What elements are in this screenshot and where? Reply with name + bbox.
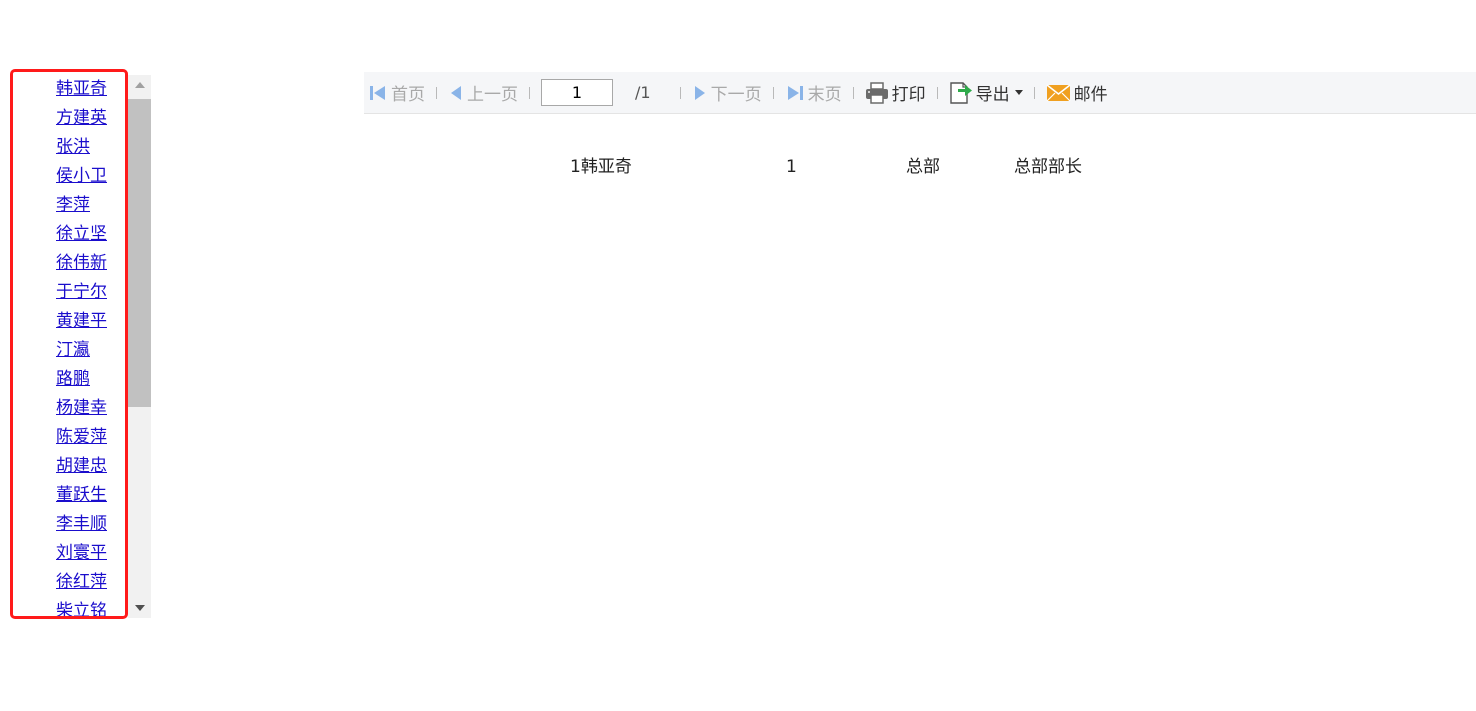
employee-link[interactable]: 杨建幸 (56, 398, 107, 418)
list-item: 杨建幸 (10, 394, 128, 423)
last-page-icon (785, 83, 805, 103)
prev-page-label: 上一页 (467, 85, 518, 105)
report-page: 韩亚奇 方建英 张洪 侯小卫 李萍 徐立坚 徐伟新 于宁尔 黄建平 汀瀛 路鹏 … (0, 0, 1476, 711)
prev-page-icon (448, 83, 464, 103)
report-cell-id: 1 (786, 157, 797, 177)
last-page-button[interactable]: 末页 (785, 72, 842, 113)
list-item: 李丰顺 (10, 510, 128, 539)
employee-link[interactable]: 徐伟新 (56, 253, 107, 273)
employee-link[interactable]: 张洪 (56, 137, 90, 157)
page-number-input[interactable] (541, 79, 613, 106)
first-page-label: 首页 (391, 85, 425, 105)
printer-icon (865, 81, 889, 104)
export-label: 导出 (975, 85, 1010, 105)
list-item: 董跃生 (10, 481, 128, 510)
list-item: 柴立铭 (10, 597, 128, 617)
toolbar-divider (1033, 86, 1035, 99)
employee-link[interactable]: 方建英 (56, 108, 107, 128)
toolbar-divider (529, 86, 530, 99)
list-item: 方建英 (10, 104, 128, 133)
list-item: 徐伟新 (10, 249, 128, 278)
list-item: 汀瀛 (10, 336, 128, 365)
page-total: /1 (635, 83, 651, 102)
list-item: 张洪 (10, 133, 128, 162)
report-cell-department: 总部 (906, 157, 940, 177)
employee-link[interactable]: 刘寰平 (56, 543, 107, 563)
list-item: 黄建平 (10, 307, 128, 336)
first-page-icon (368, 83, 388, 103)
mail-label: 邮件 (1073, 85, 1108, 105)
employee-link[interactable]: 李萍 (56, 195, 90, 215)
toolbar-divider (936, 86, 938, 99)
export-button[interactable]: 导出 (949, 72, 1023, 113)
list-item: 侯小卫 (10, 162, 128, 191)
list-item: 刘寰平 (10, 539, 128, 568)
employee-link[interactable]: 路鹏 (56, 369, 90, 389)
employee-link[interactable]: 柴立铭 (56, 601, 107, 617)
employee-link[interactable]: 韩亚奇 (56, 79, 107, 99)
report-cell-name: 1韩亚奇 (570, 157, 632, 177)
employee-link[interactable]: 黄建平 (56, 311, 107, 331)
scroll-up-icon (134, 82, 145, 88)
toolbar-divider (436, 86, 437, 99)
toolbar-divider (679, 86, 681, 99)
employee-link[interactable]: 侯小卫 (56, 166, 107, 186)
list-item: 路鹏 (10, 365, 128, 394)
print-label: 打印 (891, 85, 926, 105)
list-item: 于宁尔 (10, 278, 128, 307)
employee-link[interactable]: 董跃生 (56, 485, 107, 505)
next-page-icon (692, 83, 708, 103)
next-page-button[interactable]: 下一页 (692, 72, 762, 113)
employee-name-list[interactable]: 韩亚奇 方建英 张洪 侯小卫 李萍 徐立坚 徐伟新 于宁尔 黄建平 汀瀛 路鹏 … (10, 75, 128, 617)
print-button[interactable]: 打印 (865, 72, 926, 113)
scroll-up-button[interactable] (128, 75, 151, 95)
list-item: 陈爱萍 (10, 423, 128, 452)
employee-list-panel: 韩亚奇 方建英 张洪 侯小卫 李萍 徐立坚 徐伟新 于宁尔 黄建平 汀瀛 路鹏 … (10, 69, 151, 619)
list-item: 徐立坚 (10, 220, 128, 249)
list-item: 徐红萍 (10, 568, 128, 597)
first-page-button[interactable]: 首页 (368, 72, 425, 113)
toolbar-divider (772, 86, 774, 99)
next-page-label: 下一页 (710, 85, 762, 105)
employee-link[interactable]: 徐立坚 (56, 224, 107, 244)
toolbar-divider (852, 86, 854, 99)
scroll-down-icon (134, 605, 145, 611)
mail-icon (1046, 83, 1071, 103)
employee-link[interactable]: 汀瀛 (56, 340, 90, 360)
list-item: 李萍 (10, 191, 128, 220)
employee-link[interactable]: 李丰顺 (56, 514, 107, 534)
report-cell-position: 总部部长 (1014, 157, 1082, 177)
vertical-scrollbar[interactable] (128, 75, 151, 618)
export-icon (949, 81, 973, 105)
scroll-down-button[interactable] (128, 598, 151, 618)
employee-link[interactable]: 胡建忠 (56, 456, 107, 476)
caret-down-icon (1014, 90, 1023, 95)
list-item: 胡建忠 (10, 452, 128, 481)
prev-page-button[interactable]: 上一页 (448, 72, 518, 113)
list-item: 韩亚奇 (10, 75, 128, 104)
employee-link[interactable]: 徐红萍 (56, 572, 107, 592)
mail-button[interactable]: 邮件 (1046, 72, 1108, 113)
scroll-thumb[interactable] (128, 99, 151, 407)
employee-link[interactable]: 于宁尔 (56, 282, 107, 302)
last-page-label: 末页 (807, 85, 842, 105)
report-toolbar: 首页 上一页 /1 下一页 末页 (364, 72, 1476, 114)
employee-link[interactable]: 陈爱萍 (56, 427, 107, 447)
